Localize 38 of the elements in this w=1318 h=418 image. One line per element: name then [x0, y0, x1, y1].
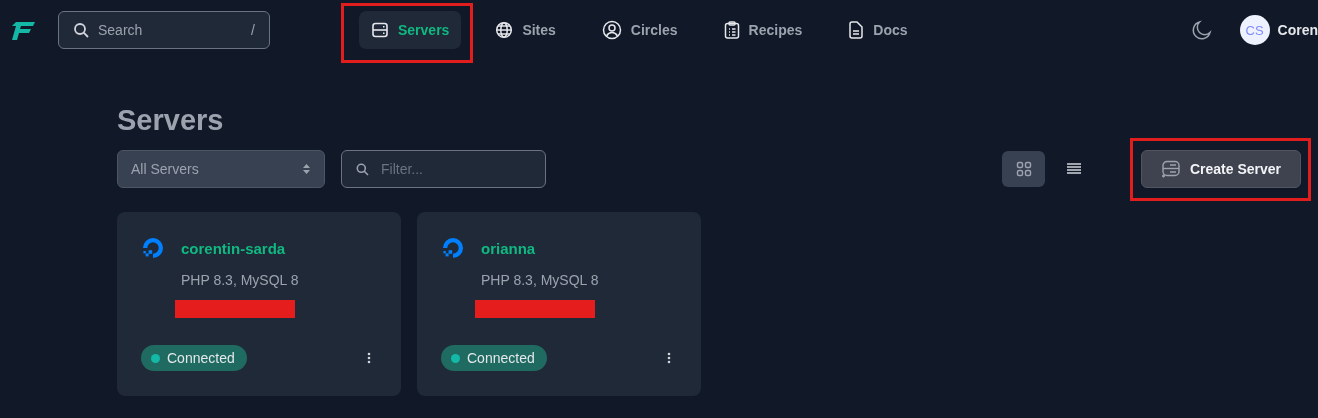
document-icon — [848, 21, 865, 39]
status-badge: Connected — [441, 345, 547, 371]
nav-tab[interactable]: Servers — [359, 11, 462, 49]
server-icon — [371, 21, 389, 39]
page-title: Servers — [117, 103, 225, 138]
filter-field[interactable]: Filter... — [341, 150, 546, 188]
grid-icon — [1015, 161, 1032, 177]
server-stack: PHP 8.3, MySQL 8 — [181, 272, 300, 288]
clipboard-icon — [723, 21, 740, 39]
server-name[interactable]: orianna — [481, 239, 536, 257]
search-icon — [73, 21, 90, 39]
status-badge: Connected — [141, 345, 247, 371]
nav-tab[interactable]: Circles — [589, 11, 690, 49]
user-circle-icon — [601, 20, 622, 40]
search-field[interactable]: Search / — [58, 11, 270, 49]
server-filter-select[interactable]: All Servers — [117, 150, 325, 188]
nav-tab[interactable]: Recipes — [711, 11, 815, 49]
shortcut-key: / — [251, 22, 255, 38]
server-icon — [1160, 160, 1181, 178]
moon-icon[interactable] — [1190, 19, 1213, 41]
server-name[interactable]: corentin-sarda — [181, 239, 286, 257]
create-server-button[interactable]: Create Server — [1141, 150, 1301, 188]
provider-logo-icon — [441, 236, 465, 260]
provider-logo-icon — [141, 236, 165, 260]
list-icon — [1065, 162, 1082, 176]
search-icon — [356, 162, 369, 176]
more-options-icon[interactable] — [367, 352, 371, 364]
server-card[interactable]: orianna PHP 8.3, MySQL 8 Connected — [417, 212, 701, 396]
nav-tab[interactable]: Sites — [483, 11, 568, 49]
server-stack: PHP 8.3, MySQL 8 — [481, 272, 600, 288]
user-name[interactable]: Coren — [1277, 22, 1318, 38]
nav-tab[interactable]: Docs — [836, 11, 920, 49]
server-card[interactable]: corentin-sarda PHP 8.3, MySQL 8 Connected — [117, 212, 401, 396]
grid-view-button[interactable] — [1002, 151, 1045, 187]
more-options-icon[interactable] — [667, 352, 671, 364]
sort-caret-icon — [303, 164, 310, 174]
globe-icon — [495, 21, 514, 39]
logo-icon[interactable] — [10, 19, 36, 41]
